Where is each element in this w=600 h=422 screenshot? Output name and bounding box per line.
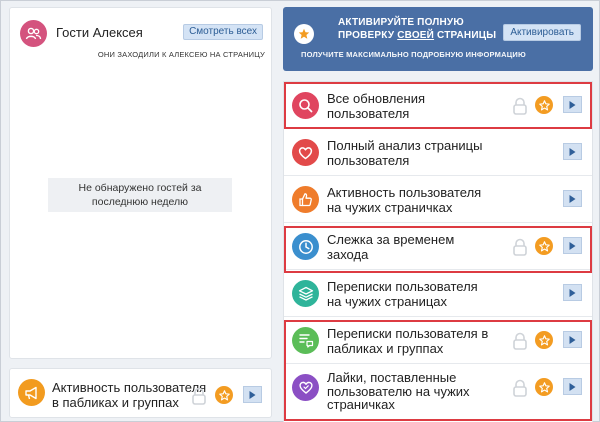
feature-item-messages-groups[interactable]: Переписки пользователя в пабликах и груп… (284, 317, 592, 364)
feature-list: Все обновления пользователя Полный анали… (283, 81, 593, 422)
feature-line: пользователя (327, 106, 410, 121)
promo-headline: АКТИВИРУЙТЕ ПОЛНУЮ (338, 17, 464, 28)
lock-icon (512, 97, 528, 115)
open-button[interactable] (563, 284, 582, 301)
search-user-icon (292, 92, 319, 119)
star-icon (535, 96, 553, 114)
feature-label: Переписки пользователя на чужих страница… (327, 279, 478, 309)
open-button[interactable] (243, 386, 262, 403)
feature-label: Переписки пользователя в пабликах и груп… (327, 326, 488, 356)
open-button[interactable] (563, 331, 582, 348)
lock-icon (512, 238, 528, 256)
open-button[interactable] (563, 237, 582, 254)
feature-item-all-updates[interactable]: Все обновления пользователя (284, 82, 592, 129)
feature-line: Переписки пользователя (327, 279, 478, 294)
feature-label: Лайки, поставленные пользователю на чужи… (327, 371, 470, 412)
empty-guests-message: Не обнаружено гостей за последнюю неделю (48, 178, 232, 212)
activate-button[interactable]: Активировать (503, 24, 581, 41)
feature-line: Активность пользователя (327, 185, 482, 200)
lock-icon (191, 387, 207, 405)
feature-line: пабликах и группах (327, 341, 444, 356)
public-activity-line2: в пабликах и группах (52, 395, 179, 410)
star-icon (535, 378, 553, 396)
promo-text: СТРАНИЦЫ (434, 30, 497, 41)
promo-headline-2: ПРОВЕРКУ СВОЕЙ СТРАНИЦЫ (338, 30, 496, 41)
feature-line: пользователю на чужих (327, 383, 470, 399)
chat-list-icon (292, 327, 319, 354)
promo-link[interactable]: СВОЕЙ (397, 30, 434, 41)
play-icon (569, 288, 576, 297)
public-activity-line1: Активность пользователя (52, 380, 207, 395)
lock-icon (512, 332, 528, 350)
play-icon (569, 382, 576, 391)
thumbs-up-icon (292, 186, 319, 213)
play-icon (249, 390, 256, 399)
promo-subtitle: ПОЛУЧИТЕ МАКСИМАЛЬНО ПОДРОБНУЮ ИНФОРМАЦИ… (301, 50, 526, 59)
guests-header: Гости Алексея Смотреть всех ОНИ ЗАХОДИЛИ… (20, 20, 265, 60)
feature-line: на чужих страницах (327, 294, 448, 309)
guests-subtitle: ОНИ ЗАХОДИЛИ К АЛЕКСЕЮ НА СТРАНИЦУ (97, 50, 265, 59)
star-icon (215, 386, 233, 404)
open-button[interactable] (563, 143, 582, 160)
see-all-button[interactable]: Смотреть всех (183, 24, 263, 40)
star-icon (535, 237, 553, 255)
clock-icon (292, 233, 319, 260)
open-button[interactable] (563, 96, 582, 113)
star-icon (535, 331, 553, 349)
feature-item-full-analysis[interactable]: Полный анализ страницы пользователя (284, 129, 592, 176)
promo-banner: АКТИВИРУЙТЕ ПОЛНУЮ ПРОВЕРКУ СВОЕЙ СТРАНИ… (283, 7, 593, 71)
open-button[interactable] (563, 190, 582, 207)
megaphone-icon (18, 379, 45, 406)
play-icon (569, 241, 576, 250)
feature-line: Лайки, поставленные (327, 370, 457, 385)
open-button[interactable] (563, 378, 582, 395)
feature-item-activity-other-pages[interactable]: Активность пользователя на чужих странич… (284, 176, 592, 223)
play-icon (569, 335, 576, 344)
play-icon (569, 194, 576, 203)
lock-icon (512, 379, 528, 397)
heart-badge-icon (292, 374, 319, 401)
feature-label: Активность пользователя на чужих странич… (327, 185, 481, 215)
empty-guests-line2: последнюю неделю (91, 196, 189, 208)
feature-line: страничках (327, 397, 395, 412)
feature-line: пользователя (327, 153, 410, 168)
play-icon (569, 147, 576, 156)
layers-icon (292, 280, 319, 307)
guests-title: Гости Алексея (56, 25, 143, 40)
users-icon (20, 20, 47, 47)
feature-item-visit-time[interactable]: Слежка за временем захода (284, 223, 592, 270)
heart-icon (292, 139, 319, 166)
feature-line: захода (327, 247, 369, 262)
feature-label: Слежка за временем захода (327, 232, 454, 262)
feature-label: Полный анализ страницы пользователя (327, 138, 482, 168)
public-activity-card[interactable]: Активность пользователя в пабликах и гру… (9, 368, 272, 418)
feature-line: Полный анализ страницы (327, 138, 483, 153)
feature-label: Все обновления пользователя (327, 91, 425, 121)
promo-text: ПРОВЕРКУ (338, 30, 398, 41)
star-icon (294, 24, 314, 44)
feature-line: Слежка за временем (327, 232, 455, 247)
feature-item-likes[interactable]: Лайки, поставленные пользователю на чужи… (284, 364, 592, 422)
feature-line: Переписки пользователя в (327, 326, 489, 341)
app-frame: Гости Алексея Смотреть всех ОНИ ЗАХОДИЛИ… (0, 0, 600, 422)
empty-guests-line1: Не обнаружено гостей за (78, 182, 202, 194)
public-activity-label: Активность пользователя в пабликах и гру… (52, 380, 206, 410)
feature-line: Все обновления (327, 91, 426, 106)
guests-panel: Гости Алексея Смотреть всех ОНИ ЗАХОДИЛИ… (9, 7, 272, 359)
play-icon (569, 100, 576, 109)
feature-line: на чужих страничках (327, 200, 453, 215)
feature-item-messages-other-pages[interactable]: Переписки пользователя на чужих страница… (284, 270, 592, 317)
